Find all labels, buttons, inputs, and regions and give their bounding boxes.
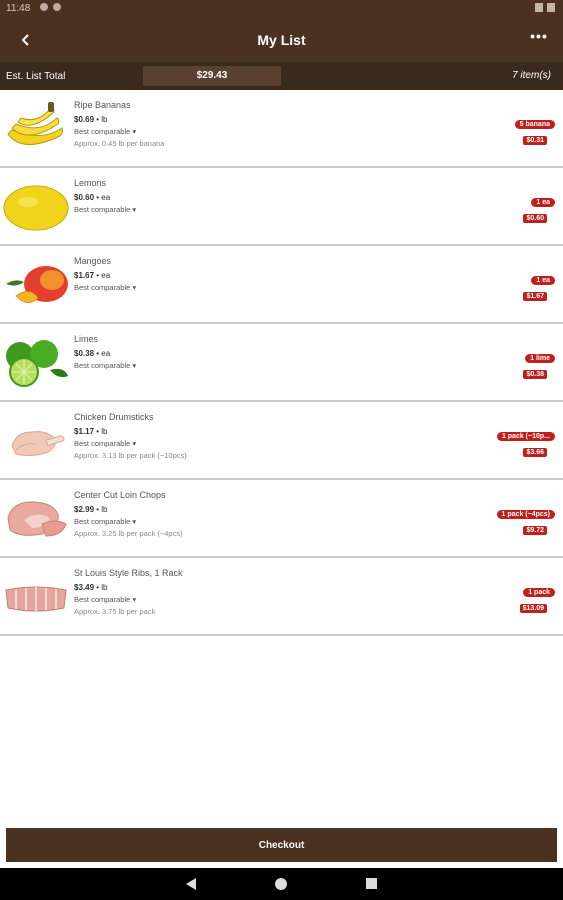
unit-price: $1.67 [74,271,95,280]
list-item[interactable]: Center Cut Loin Chops $2.99 • lb Best co… [0,480,563,558]
total-value: $29.43 [143,66,281,86]
nav-recents-icon[interactable] [366,878,377,889]
quantity-badge[interactable]: 1 ea [531,276,555,285]
item-price: $3.49 • lb [74,583,108,592]
item-price: $1.17 • lb [74,427,108,436]
substitution-dropdown[interactable]: Best comparable ▾ [74,127,136,136]
chicken-drumstick-image [11,431,65,457]
unit-label: • ea [94,193,111,202]
quantity-badge[interactable]: 1 pack [523,588,555,597]
substitution-dropdown[interactable]: Best comparable ▾ [74,361,136,370]
substitution-dropdown[interactable]: Best comparable ▾ [74,517,136,526]
unit-price: $0.38 [74,349,95,358]
status-right-icons [531,3,555,15]
unit-label: • ea [94,271,111,280]
item-price: $0.69 • lb [74,115,108,124]
app-bar: My List ••• [0,18,563,62]
status-notification-icons [40,3,66,14]
substitution-dropdown[interactable]: Best comparable ▾ [74,595,136,604]
unit-price: $2.99 [74,505,95,514]
pork-chop-image [7,501,67,537]
wifi-icon [535,3,543,12]
quantity-badge[interactable]: 1 ea [531,198,555,207]
item-price: $0.60 • ea [74,193,110,202]
item-name: Ripe Bananas [74,100,131,110]
banana-image [7,102,64,145]
checkout-button[interactable]: Checkout [6,828,557,862]
shopping-list: Ripe Bananas $0.69 • lb Best comparable … [0,90,563,636]
list-item[interactable]: Mangoes $1.67 • ea Best comparable ▾ 1 e… [0,246,563,324]
line-price: $0.31 [523,136,547,145]
line-price: $3.66 [523,448,547,457]
item-price: $1.67 • ea [74,271,110,280]
list-item[interactable]: Limes $0.38 • ea Best comparable ▾ 1 lim… [0,324,563,402]
notification-icon [40,3,48,11]
substitution-dropdown[interactable]: Best comparable ▾ [74,205,136,214]
nav-back-icon[interactable] [186,878,196,890]
battery-icon [547,3,555,12]
page-title: My List [257,32,306,48]
unit-label: • lb [94,427,108,436]
total-label: Est. List Total [6,71,66,82]
item-name: Center Cut Loin Chops [74,490,166,500]
line-price: $1.67 [523,292,547,301]
item-name: St Louis Style Ribs, 1 Rack [74,568,183,578]
list-item[interactable]: Ripe Bananas $0.69 • lb Best comparable … [0,90,563,168]
quantity-badge[interactable]: 1 pack (~4pcs) [496,510,555,519]
lime-image [6,340,68,387]
more-options-button[interactable]: ••• [525,28,553,52]
item-name: Limes [74,334,99,344]
line-price: $9.72 [523,526,547,535]
unit-label: • lb [94,505,108,514]
quantity-badge[interactable]: 1 pack (~10p... [496,432,555,441]
nav-home-icon[interactable] [275,878,287,890]
quantity-badge[interactable]: 5 banana [514,120,555,129]
unit-label: • lb [94,115,108,124]
unit-label: • ea [94,349,111,358]
list-summary-bar: Est. List Total $29.43 7 item(s) [0,62,563,90]
ribs-image [5,586,67,612]
status-time: 11:48 [6,3,31,14]
substitution-dropdown[interactable]: Best comparable ▾ [74,283,136,292]
line-price: $0.38 [523,370,547,379]
unit-label: • lb [94,583,108,592]
mango-image [6,266,68,303]
list-item[interactable]: St Louis Style Ribs, 1 Rack $3.49 • lb B… [0,558,563,636]
approx-weight: Approx. 0.45 lb per banana [74,139,165,148]
approx-weight: Approx. 3.13 lb per pack (~10pcs) [74,451,187,460]
item-price: $0.38 • ea [74,349,110,358]
line-price: $0.60 [523,214,547,223]
substitution-dropdown[interactable]: Best comparable ▾ [74,439,136,448]
unit-price: $0.60 [74,193,95,202]
sync-icon [53,3,61,11]
list-item[interactable]: Lemons $0.60 • ea Best comparable ▾ 1 ea… [0,168,563,246]
item-name: Mangoes [74,256,112,266]
list-item[interactable]: Chicken Drumsticks $1.17 • lb Best compa… [0,402,563,480]
unit-price: $3.49 [74,583,95,592]
system-nav-bar [0,868,563,900]
quantity-badge[interactable]: 1 lime [525,354,555,363]
approx-weight: Approx. 3.25 lb per pack (~4pcs) [74,529,183,538]
item-name: Lemons [74,178,107,188]
item-count: 7 item(s) [512,70,551,81]
item-price: $2.99 • lb [74,505,108,514]
lemon-image [3,185,69,231]
line-price: $13.09 [519,604,547,613]
unit-price: $1.17 [74,427,95,436]
approx-weight: Approx. 3.75 lb per pack [74,607,156,616]
item-name: Chicken Drumsticks [74,412,154,422]
status-bar: 11:48 [0,0,563,18]
unit-price: $0.69 [74,115,95,124]
